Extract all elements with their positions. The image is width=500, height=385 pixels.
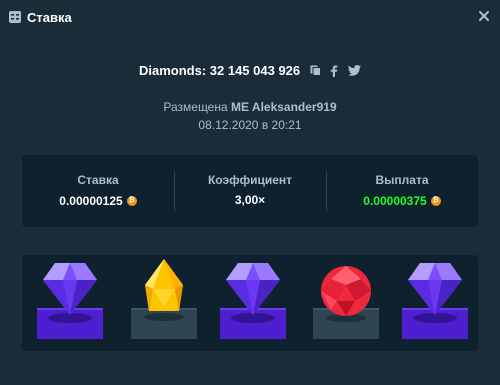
diamonds-result-board (22, 255, 478, 351)
stat-multiplier-label: Коэффициент (207, 173, 293, 187)
stat-bet-value: 0.00000125 (59, 193, 123, 208)
gem-slot (25, 255, 111, 351)
purple-diamond-icon (43, 263, 97, 323)
twitter-icon[interactable] (348, 65, 362, 76)
gem-slot (208, 255, 294, 351)
stat-bet-label: Ставка (77, 173, 119, 187)
bitcoin-icon: ₿ (430, 195, 441, 206)
bet-slip-icon (9, 11, 21, 23)
yellow-gem-icon (144, 259, 184, 321)
stat-multiplier-value: 3,00× (234, 193, 266, 207)
gem-slot (301, 255, 387, 351)
placed-username[interactable]: ME Aleksander919 (231, 100, 337, 114)
stat-payout-value-row: 0.00000375 ₿ (326, 193, 478, 208)
game-name: Diamonds: 32 145 043 926 (138, 63, 301, 79)
stat-payout: Выплата 0.00000375 ₿ (326, 155, 478, 227)
stat-payout-value: 0.00000375 (363, 193, 427, 208)
facebook-icon[interactable] (330, 65, 338, 77)
modal-header: Ставка (0, 0, 500, 36)
placed-prefix: Размещена (163, 100, 228, 114)
stat-bet: Ставка 0.00000125 ₿ (22, 155, 174, 227)
gem-slot (119, 255, 205, 351)
bet-date: 08.12.2020 в 20:21 (198, 118, 302, 132)
bitcoin-icon: ₿ (126, 195, 137, 206)
close-icon[interactable] (476, 8, 492, 24)
modal-title: Ставка (27, 10, 72, 25)
gem-slot (390, 255, 476, 351)
bet-stats-panel: Ставка 0.00000125 ₿ Коэффициент 3,00× Вып… (22, 155, 478, 227)
purple-diamond-icon (408, 263, 462, 323)
stat-multiplier: Коэффициент 3,00× (174, 155, 326, 227)
purple-diamond-icon (226, 263, 280, 323)
stat-bet-value-row: 0.00000125 ₿ (22, 193, 174, 208)
red-gem-icon (321, 266, 371, 322)
bet-game-line: Diamonds: 32 145 043 926 (0, 62, 500, 78)
stat-payout-label: Выплата (375, 173, 429, 187)
copy-icon[interactable] (310, 65, 321, 77)
placed-by: Размещена ME Aleksander919 (0, 100, 500, 114)
